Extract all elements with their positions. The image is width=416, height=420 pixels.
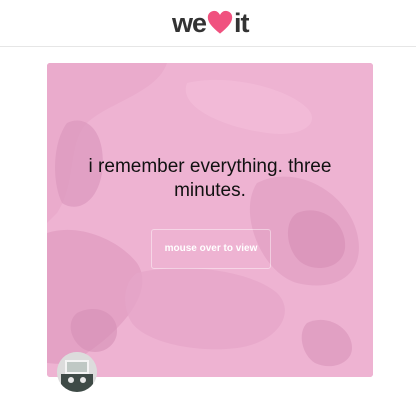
- post-quote-text: i remember everything. three minutes.: [88, 156, 332, 201]
- user-avatar-icon: [57, 352, 97, 392]
- heart-icon: [207, 10, 233, 34]
- abstract-pink-background: [47, 63, 373, 377]
- top-bar: we it: [0, 0, 416, 47]
- logo-text-it: it: [234, 8, 249, 38]
- logo-text-we: we: [172, 8, 207, 38]
- post-image-card[interactable]: i remember everything. three minutes. mo…: [47, 63, 373, 377]
- user-avatar[interactable]: [57, 352, 97, 392]
- mouse-over-to-view-button[interactable]: mouse over to view: [151, 229, 271, 269]
- weheartit-logo[interactable]: we it: [172, 6, 249, 40]
